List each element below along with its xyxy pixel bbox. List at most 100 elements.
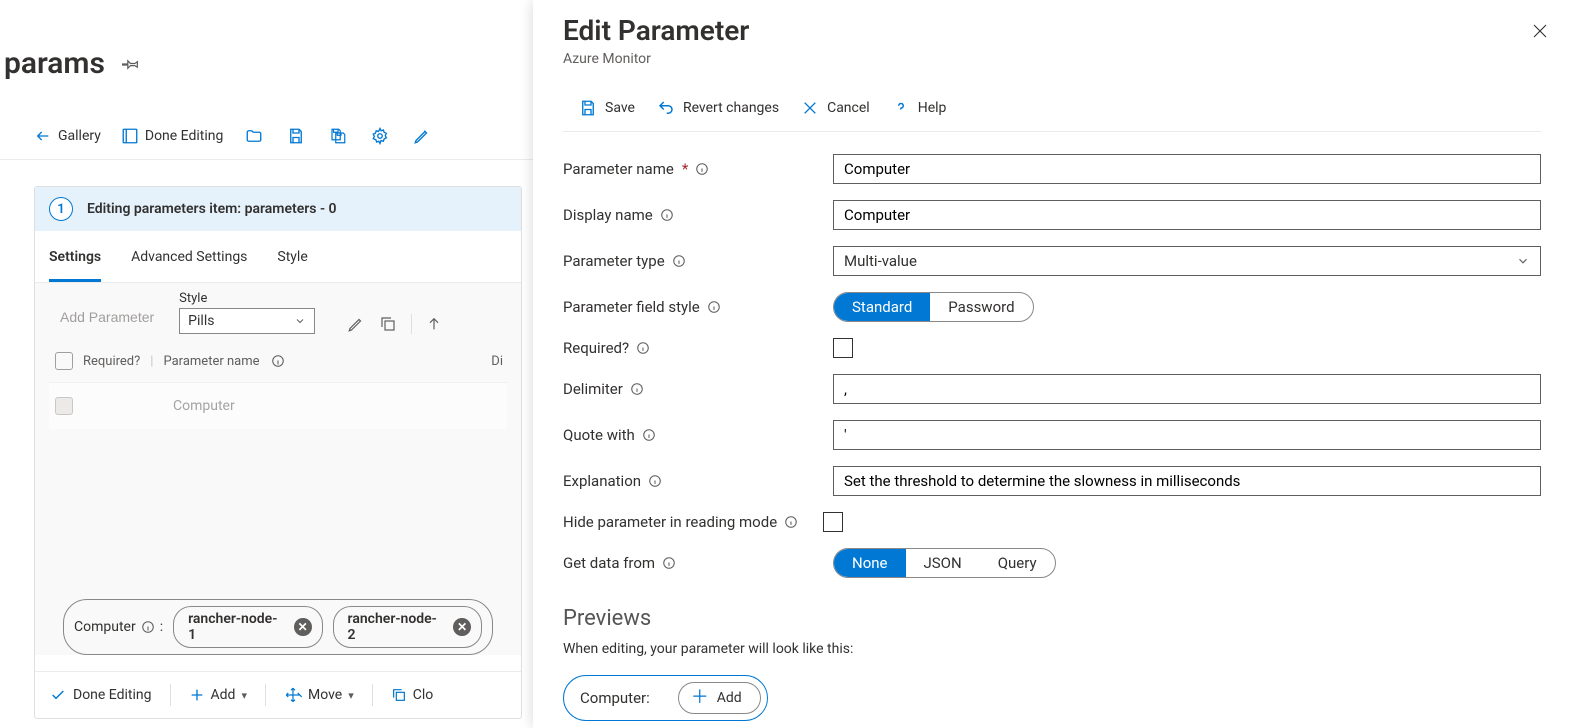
editing-hint: When editing, your parameter will look l… <box>563 641 1541 657</box>
display-name-input[interactable] <box>833 200 1541 230</box>
plus-icon: ＋ <box>691 689 709 707</box>
open-icon[interactable] <box>243 125 265 147</box>
save-button[interactable]: Save <box>579 99 635 117</box>
revert-label: Revert changes <box>683 100 779 116</box>
info-icon <box>270 353 286 369</box>
add-parameter-button[interactable]: Add Parameter <box>49 300 165 334</box>
editor-header: 1 Editing parameters item: parameters - … <box>35 187 521 231</box>
grid-header-paramname: Parameter name <box>163 354 259 369</box>
chevron-down-icon: ▾ <box>348 689 354 702</box>
preview-editing: Computer: ＋ Add <box>563 675 768 721</box>
cancel-icon <box>801 99 819 117</box>
chevron-down-icon <box>294 315 306 327</box>
delimiter-label: Delimiter <box>563 380 623 398</box>
grid-header-checkbox[interactable] <box>55 352 73 370</box>
edit-parameter-panel: Edit Parameter Azure Monitor Save Revert… <box>533 0 1571 728</box>
revert-button[interactable]: Revert changes <box>657 99 779 117</box>
help-button[interactable]: Help <box>892 99 947 117</box>
clone-button[interactable]: Clo <box>391 687 434 703</box>
gallery-button[interactable]: Gallery <box>34 127 101 145</box>
quote-with-input[interactable] <box>833 420 1541 450</box>
style-select[interactable]: Pills <box>179 308 315 334</box>
pin-button[interactable] <box>119 52 143 76</box>
cancel-button[interactable]: Cancel <box>801 99 870 117</box>
param-name-label: Parameter name <box>563 160 674 178</box>
close-icon <box>1531 22 1549 40</box>
tab-settings[interactable]: Settings <box>49 235 101 282</box>
hide-reading-checkbox[interactable] <box>823 512 843 532</box>
move-button[interactable]: Move ▾ <box>284 686 354 704</box>
step-indicator: 1 <box>49 197 73 221</box>
param-type-select[interactable]: Multi-value <box>833 246 1541 276</box>
param-name-input[interactable] <box>833 154 1541 184</box>
grid-header: Required? | Parameter name Di <box>49 334 507 382</box>
pill-remove-icon[interactable]: ✕ <box>453 618 471 636</box>
move-label: Move <box>308 687 342 703</box>
table-row[interactable]: Computer <box>49 382 507 429</box>
panel-title: Edit Parameter <box>563 14 1541 47</box>
row-copy-icon[interactable] <box>379 315 397 333</box>
tab-style[interactable]: Style <box>277 235 307 282</box>
save-icon[interactable] <box>285 125 307 147</box>
field-style-password[interactable]: Password <box>930 293 1032 321</box>
close-button[interactable] <box>1531 22 1549 40</box>
get-data-label: Get data from <box>563 554 655 572</box>
save-label: Save <box>605 100 635 116</box>
done-editing-top-label: Done Editing <box>145 128 224 144</box>
required-checkbox[interactable] <box>833 338 853 358</box>
pill-remove-icon[interactable]: ✕ <box>294 618 312 636</box>
save-icon <box>579 99 597 117</box>
get-data-none[interactable]: None <box>834 549 906 577</box>
row-moveup-icon[interactable] <box>426 315 442 333</box>
clone-label: Clo <box>413 687 434 703</box>
tab-advanced-settings[interactable]: Advanced Settings <box>131 235 247 282</box>
get-data-json[interactable]: JSON <box>906 549 980 577</box>
row-edit-icon[interactable] <box>347 315 365 333</box>
add-button[interactable]: Add ▾ <box>189 687 247 703</box>
grid-header-display: Di <box>491 354 503 369</box>
required-asterisk: * <box>682 160 688 178</box>
page-title: params <box>4 46 105 81</box>
get-data-query[interactable]: Query <box>980 549 1055 577</box>
preview-add-button[interactable]: ＋ Add <box>678 682 761 714</box>
arrow-left-icon <box>34 127 52 145</box>
check-icon <box>49 687 67 703</box>
done-editing-top-button[interactable]: Done Editing <box>121 127 224 145</box>
info-icon <box>671 253 687 269</box>
done-editing-icon <box>121 127 139 145</box>
done-editing-bottom-button[interactable]: Done Editing <box>49 687 152 703</box>
field-style-toggle: Standard Password <box>833 292 1034 322</box>
field-style-standard[interactable]: Standard <box>834 293 930 321</box>
cancel-label: Cancel <box>827 100 870 116</box>
chevron-down-icon <box>1516 254 1530 268</box>
parameter-preview-pills: Computer : rancher-node-1 ✕ rancher-node… <box>63 599 493 655</box>
row-checkbox[interactable] <box>55 397 73 415</box>
help-icon <box>892 99 910 117</box>
undo-icon <box>657 99 675 117</box>
info-icon <box>783 514 799 530</box>
style-select-value: Pills <box>188 313 214 329</box>
row-divider <box>411 314 412 334</box>
required-label: Required? <box>563 339 629 357</box>
parameters-editor: 1 Editing parameters item: parameters - … <box>34 186 522 719</box>
move-icon <box>284 686 302 704</box>
quote-with-label: Quote with <box>563 426 635 444</box>
get-data-toggle: None JSON Query <box>833 548 1056 578</box>
pill-rancher-node-1[interactable]: rancher-node-1 ✕ <box>173 606 322 648</box>
info-icon <box>706 299 722 315</box>
settings-gear-icon[interactable] <box>369 125 391 147</box>
save-as-icon[interactable] <box>327 125 349 147</box>
explanation-input[interactable] <box>833 466 1541 496</box>
edit-pencil-icon[interactable] <box>411 125 433 147</box>
pill-rancher-node-2[interactable]: rancher-node-2 ✕ <box>333 606 482 648</box>
param-type-value: Multi-value <box>844 252 917 270</box>
help-label: Help <box>918 100 947 116</box>
plus-icon <box>189 687 205 703</box>
preview-label: Computer <box>74 619 136 635</box>
pill-label: rancher-node-1 <box>188 611 284 643</box>
previews-heading: Previews <box>563 606 1541 631</box>
chevron-down-icon: ▾ <box>241 689 247 702</box>
info-icon <box>140 619 156 635</box>
grid-header-required: Required? <box>83 354 140 369</box>
delimiter-input[interactable] <box>833 374 1541 404</box>
